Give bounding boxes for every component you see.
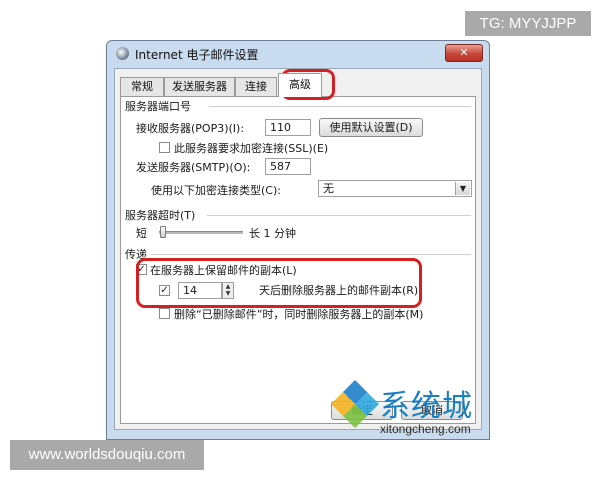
email-settings-dialog: Internet 电子邮件设置 ✕ 常规 发送服务器 连接 高级 服务器端口号 …: [106, 40, 490, 440]
app-icon: [116, 47, 129, 60]
top-right-tag: TG: MYYJJPP: [465, 11, 591, 36]
incoming-server-label: 接收服务器(POP3)(I):: [136, 122, 245, 135]
dialog-client: 常规 发送服务器 连接 高级 服务器端口号 接收服务器(POP3)(I): 11…: [114, 68, 482, 430]
timeout-group-label: 服务器超时(T): [125, 209, 196, 222]
close-button[interactable]: ✕: [445, 44, 483, 62]
ssl-label: 此服务器要求加密连接(SSL)(E): [174, 142, 329, 155]
bottom-left-tag: www.worldsdouqiu.com: [10, 440, 204, 470]
group-divider: [151, 254, 471, 255]
outgoing-port-field[interactable]: 587: [265, 158, 311, 175]
remove-after-days-field[interactable]: 14: [178, 282, 222, 299]
encryption-type-label: 使用以下加密连接类型(C):: [151, 184, 281, 197]
spinner-down-icon[interactable]: ▼: [223, 290, 233, 297]
leave-copy-checkbox[interactable]: ✓: [136, 264, 147, 275]
delivery-group-label: 传递: [125, 248, 147, 261]
ssl-checkbox[interactable]: [159, 142, 170, 153]
timeout-slider-track[interactable]: [159, 231, 243, 234]
tab-advanced[interactable]: 高级: [278, 73, 322, 97]
group-divider: [209, 106, 471, 107]
days-spinner[interactable]: ▲ ▼: [222, 282, 234, 299]
timeout-short-label: 短: [136, 227, 147, 240]
timeout-slider-thumb[interactable]: [160, 226, 167, 238]
title-bar[interactable]: Internet 电子邮件设置 ✕: [107, 41, 489, 67]
tab-general[interactable]: 常规: [120, 77, 164, 96]
advanced-panel: 服务器端口号 接收服务器(POP3)(I): 110 使用默认设置(D) 此服务…: [120, 96, 476, 424]
remove-deleted-checkbox[interactable]: [159, 308, 170, 319]
timeout-long-label: 长 1 分钟: [249, 227, 296, 240]
leave-copy-label: 在服务器上保留邮件的副本(L): [150, 264, 297, 277]
remove-after-label: 天后删除服务器上的邮件副本(R): [259, 284, 419, 297]
outgoing-server-label: 发送服务器(SMTP)(O):: [136, 161, 251, 174]
remove-after-checkbox[interactable]: ✓: [159, 285, 170, 296]
tab-outgoing-server[interactable]: 发送服务器: [164, 77, 235, 96]
remove-deleted-label: 删除“已删除邮件”时，同时删除服务器上的副本(M): [174, 308, 424, 321]
tab-connection[interactable]: 连接: [235, 77, 277, 96]
encryption-type-select[interactable]: 无 ▼: [318, 180, 472, 197]
watermark-logo-icon: [330, 379, 380, 429]
server-ports-group-label: 服务器端口号: [125, 100, 191, 113]
chevron-down-icon[interactable]: ▼: [455, 182, 470, 195]
dialog-title: Internet 电子邮件设置: [135, 48, 259, 62]
xitongcheng-watermark: 系统城 xitongcheng.com: [330, 379, 497, 443]
use-defaults-button[interactable]: 使用默认设置(D): [319, 118, 423, 137]
watermark-brand: 系统城: [380, 389, 473, 424]
spinner-up-icon[interactable]: ▲: [223, 283, 233, 290]
incoming-port-field[interactable]: 110: [265, 119, 311, 136]
group-divider: [207, 215, 471, 216]
encryption-type-value: 无: [323, 182, 334, 195]
watermark-url: xitongcheng.com: [380, 422, 471, 436]
